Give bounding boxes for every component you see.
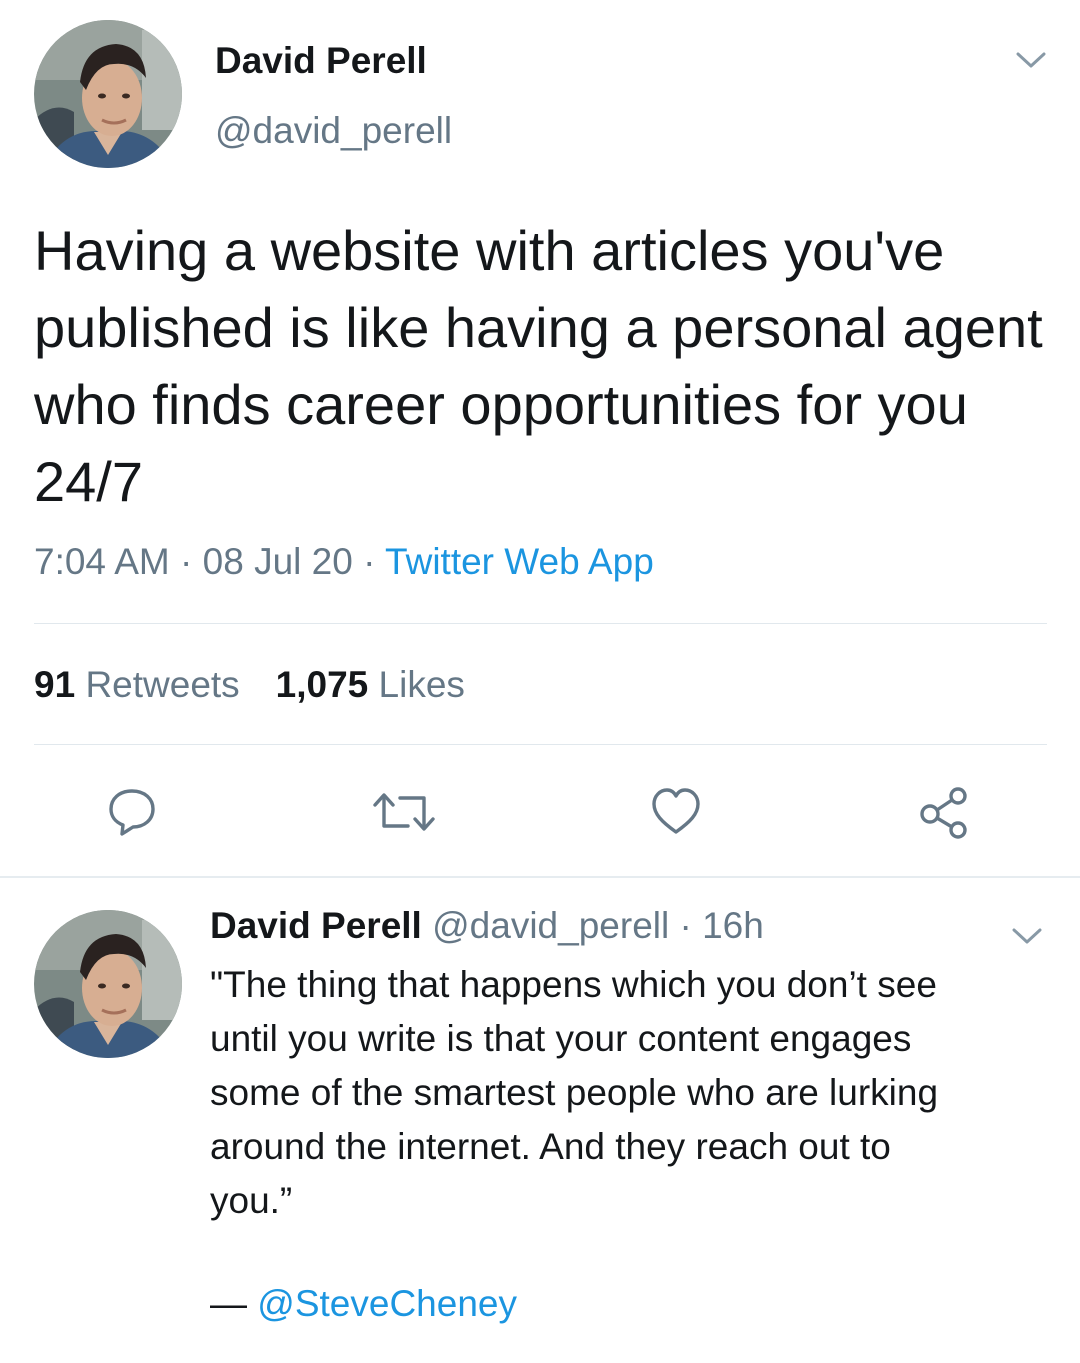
reply-text-line: until you write is that your content eng… <box>210 1018 912 1059</box>
meta-separator: · <box>352 541 386 582</box>
like-label: Likes <box>378 664 465 705</box>
reply-display-name[interactable]: David Perell <box>210 905 422 946</box>
reply-signature: — @SteveCheney <box>210 1283 517 1325</box>
reply-text: "The thing that happens which you don’t … <box>210 958 1050 1228</box>
tweet-source-link[interactable]: Twitter Web App <box>385 541 654 582</box>
reply-icon[interactable] <box>106 786 158 838</box>
tweet-text: Having a website with articles you've pu… <box>34 219 1043 513</box>
retweets-stat[interactable]: 91 Retweets <box>34 664 240 705</box>
author-display-name[interactable]: David Perell <box>215 40 427 82</box>
reply-separator: · <box>669 905 703 946</box>
like-count: 1,075 <box>275 664 369 705</box>
signature-dash: — <box>210 1283 258 1324</box>
like-icon[interactable] <box>650 786 702 838</box>
reply-text-line: some of the smartest people who are lurk… <box>210 1072 939 1113</box>
tweet-stats: 91 Retweets 1,075 Likes <box>34 664 501 706</box>
chevron-down-icon[interactable] <box>1014 48 1048 72</box>
tweet-separator <box>0 876 1080 878</box>
tweet-meta: 7:04 AM · 08 Jul 20 · Twitter Web App <box>34 541 654 583</box>
chevron-down-icon[interactable] <box>1010 924 1044 948</box>
divider <box>34 623 1047 624</box>
reply-time[interactable]: 16h <box>702 905 764 946</box>
reply-header: David Perell @david_perell · 16h <box>210 905 764 947</box>
likes-stat[interactable]: 1,075 Likes <box>276 664 465 705</box>
reply-text-line: you.” <box>210 1180 293 1221</box>
author-handle[interactable]: @david_perell <box>215 110 452 152</box>
meta-separator: · <box>169 541 203 582</box>
author-avatar[interactable] <box>34 20 182 168</box>
reply-text-line: around the internet. And they reach out … <box>210 1126 891 1167</box>
reply-author-avatar[interactable] <box>34 910 182 1058</box>
mention-link[interactable]: @SteveCheney <box>257 1283 517 1324</box>
retweet-count: 91 <box>34 664 76 705</box>
tweet-date: 08 Jul 20 <box>202 541 353 582</box>
tweet-time: 7:04 AM <box>34 541 170 582</box>
reply-text-line: "The thing that happens which you don’t … <box>210 964 937 1005</box>
retweet-label: Retweets <box>85 664 240 705</box>
share-icon[interactable] <box>918 786 970 839</box>
reply-handle[interactable]: @david_perell <box>432 905 669 946</box>
divider <box>34 744 1047 745</box>
retweet-icon[interactable] <box>372 786 435 838</box>
